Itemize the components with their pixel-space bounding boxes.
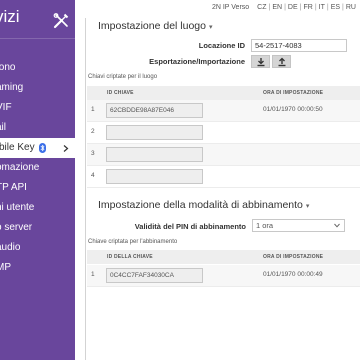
sidebar-item-mobile-key[interactable]: bile Key [0, 138, 75, 158]
row-number: 1 [91, 106, 95, 113]
location-id-label: Locazione ID [198, 41, 245, 50]
col-time-header: ORA DI IMPOSTAZIONE [263, 90, 324, 96]
table-row: 3 [87, 144, 360, 166]
sidebar-item-onvif[interactable]: VIF [0, 98, 75, 118]
location-id-field[interactable]: 54-2517-4083 [251, 39, 347, 52]
encrypted-keys-label: Chiavi criptate per il luogo [88, 74, 158, 80]
key-id-field[interactable]: 0C4CC7FAF34030CA [106, 268, 203, 283]
row-number: 1 [91, 271, 95, 278]
row-number: 3 [91, 150, 95, 157]
bluetooth-icon [39, 143, 46, 153]
lang-cz[interactable]: CZ [257, 4, 266, 11]
sidebar-title: vizi [0, 7, 20, 26]
table-row: 1 0C4CC7FAF34030CA 01/01/1970 00:00:49 [87, 265, 360, 287]
export-import-label: Esportazione/Importazione [149, 57, 245, 66]
encrypted-key-label: Chiave criptata per l'abbinamento [88, 239, 178, 245]
lang-de[interactable]: DE [288, 4, 298, 11]
lang-it[interactable]: IT [319, 4, 325, 11]
top-bar: 2N IP Verso CZ | EN | DE | FR | IT | ES | RU [212, 1, 356, 13]
pairing-section-title[interactable]: Impostazione della modalità di abbinamen… [98, 199, 309, 211]
download-icon [257, 58, 265, 67]
lang-fr[interactable]: FR [303, 4, 312, 11]
sidebar-item-http-api[interactable]: TP API [0, 178, 75, 198]
key-id-field[interactable] [106, 125, 203, 140]
sidebar-item-snmp[interactable]: MP [0, 258, 75, 278]
pairing-section-title-text: Impostazione della modalità di abbinamen… [98, 199, 303, 211]
location-table-header: ID CHIAVE ORA DI IMPOSTAZIONE [87, 86, 360, 100]
sidebar-item-utenti[interactable]: ni utente [0, 198, 75, 218]
upload-icon [278, 57, 286, 67]
lang-en[interactable]: EN [272, 4, 282, 11]
pin-validity-select[interactable]: 1 ora [252, 219, 345, 232]
sidebar: vizi fono aming VIF ail bile Key omazion… [0, 0, 75, 360]
chevron-down-icon: ▾ [305, 203, 310, 210]
chevron-down-icon [334, 223, 340, 228]
location-section-title[interactable]: Impostazione del luogo ▾ [98, 20, 213, 32]
table-row: 1 62CBDDE98A87E046 01/01/1970 00:00:50 [87, 100, 360, 122]
lang-es[interactable]: ES [331, 4, 340, 11]
content-divider [85, 18, 86, 360]
col-time-header: ORA DI IMPOSTAZIONE [263, 254, 324, 260]
sidebar-item-streaming[interactable]: aming [0, 78, 75, 98]
table-row: 4 [87, 166, 360, 188]
chevron-right-icon [63, 145, 69, 152]
col-key-header: ID DELLA CHIAVE [107, 254, 153, 260]
table-row: 2 [87, 122, 360, 144]
pairing-table-header: ID DELLA CHIAVE ORA DI IMPOSTAZIONE [87, 250, 360, 264]
key-id-field[interactable]: 62CBDDE98A87E046 [106, 103, 203, 118]
upload-button[interactable] [272, 55, 291, 68]
language-switcher: CZ | EN | DE | FR | IT | ES | RU [257, 3, 356, 11]
row-number: 4 [91, 172, 95, 179]
location-section-title-text: Impostazione del luogo [98, 20, 206, 32]
pin-validity-label: Validità del PIN di abbinamento [134, 222, 246, 231]
col-key-header: ID CHIAVE [107, 90, 134, 96]
key-id-field[interactable] [106, 147, 203, 162]
sidebar-item-email[interactable]: ail [0, 118, 75, 138]
sidebar-item-server[interactable]: o server [0, 218, 75, 238]
lang-ru[interactable]: RU [346, 4, 356, 11]
row-time: 01/01/1970 00:00:50 [263, 106, 323, 113]
sidebar-divider [0, 38, 75, 39]
sidebar-item-automazione[interactable]: omazione [0, 158, 75, 178]
row-number: 2 [91, 128, 95, 135]
key-id-field[interactable] [106, 169, 203, 184]
chevron-down-icon: ▾ [209, 24, 213, 31]
row-time: 01/01/1970 00:00:49 [263, 271, 323, 278]
product-name: 2N IP Verso [211, 3, 250, 11]
sidebar-item-audio[interactable]: audio [0, 238, 75, 258]
sidebar-item-label: bile Key [0, 142, 35, 153]
wrench-screwdriver-icon[interactable] [53, 13, 69, 29]
sidebar-item-telefono[interactable]: fono [0, 58, 75, 78]
pin-validity-value: 1 ora [256, 221, 274, 230]
download-button[interactable] [251, 55, 270, 68]
